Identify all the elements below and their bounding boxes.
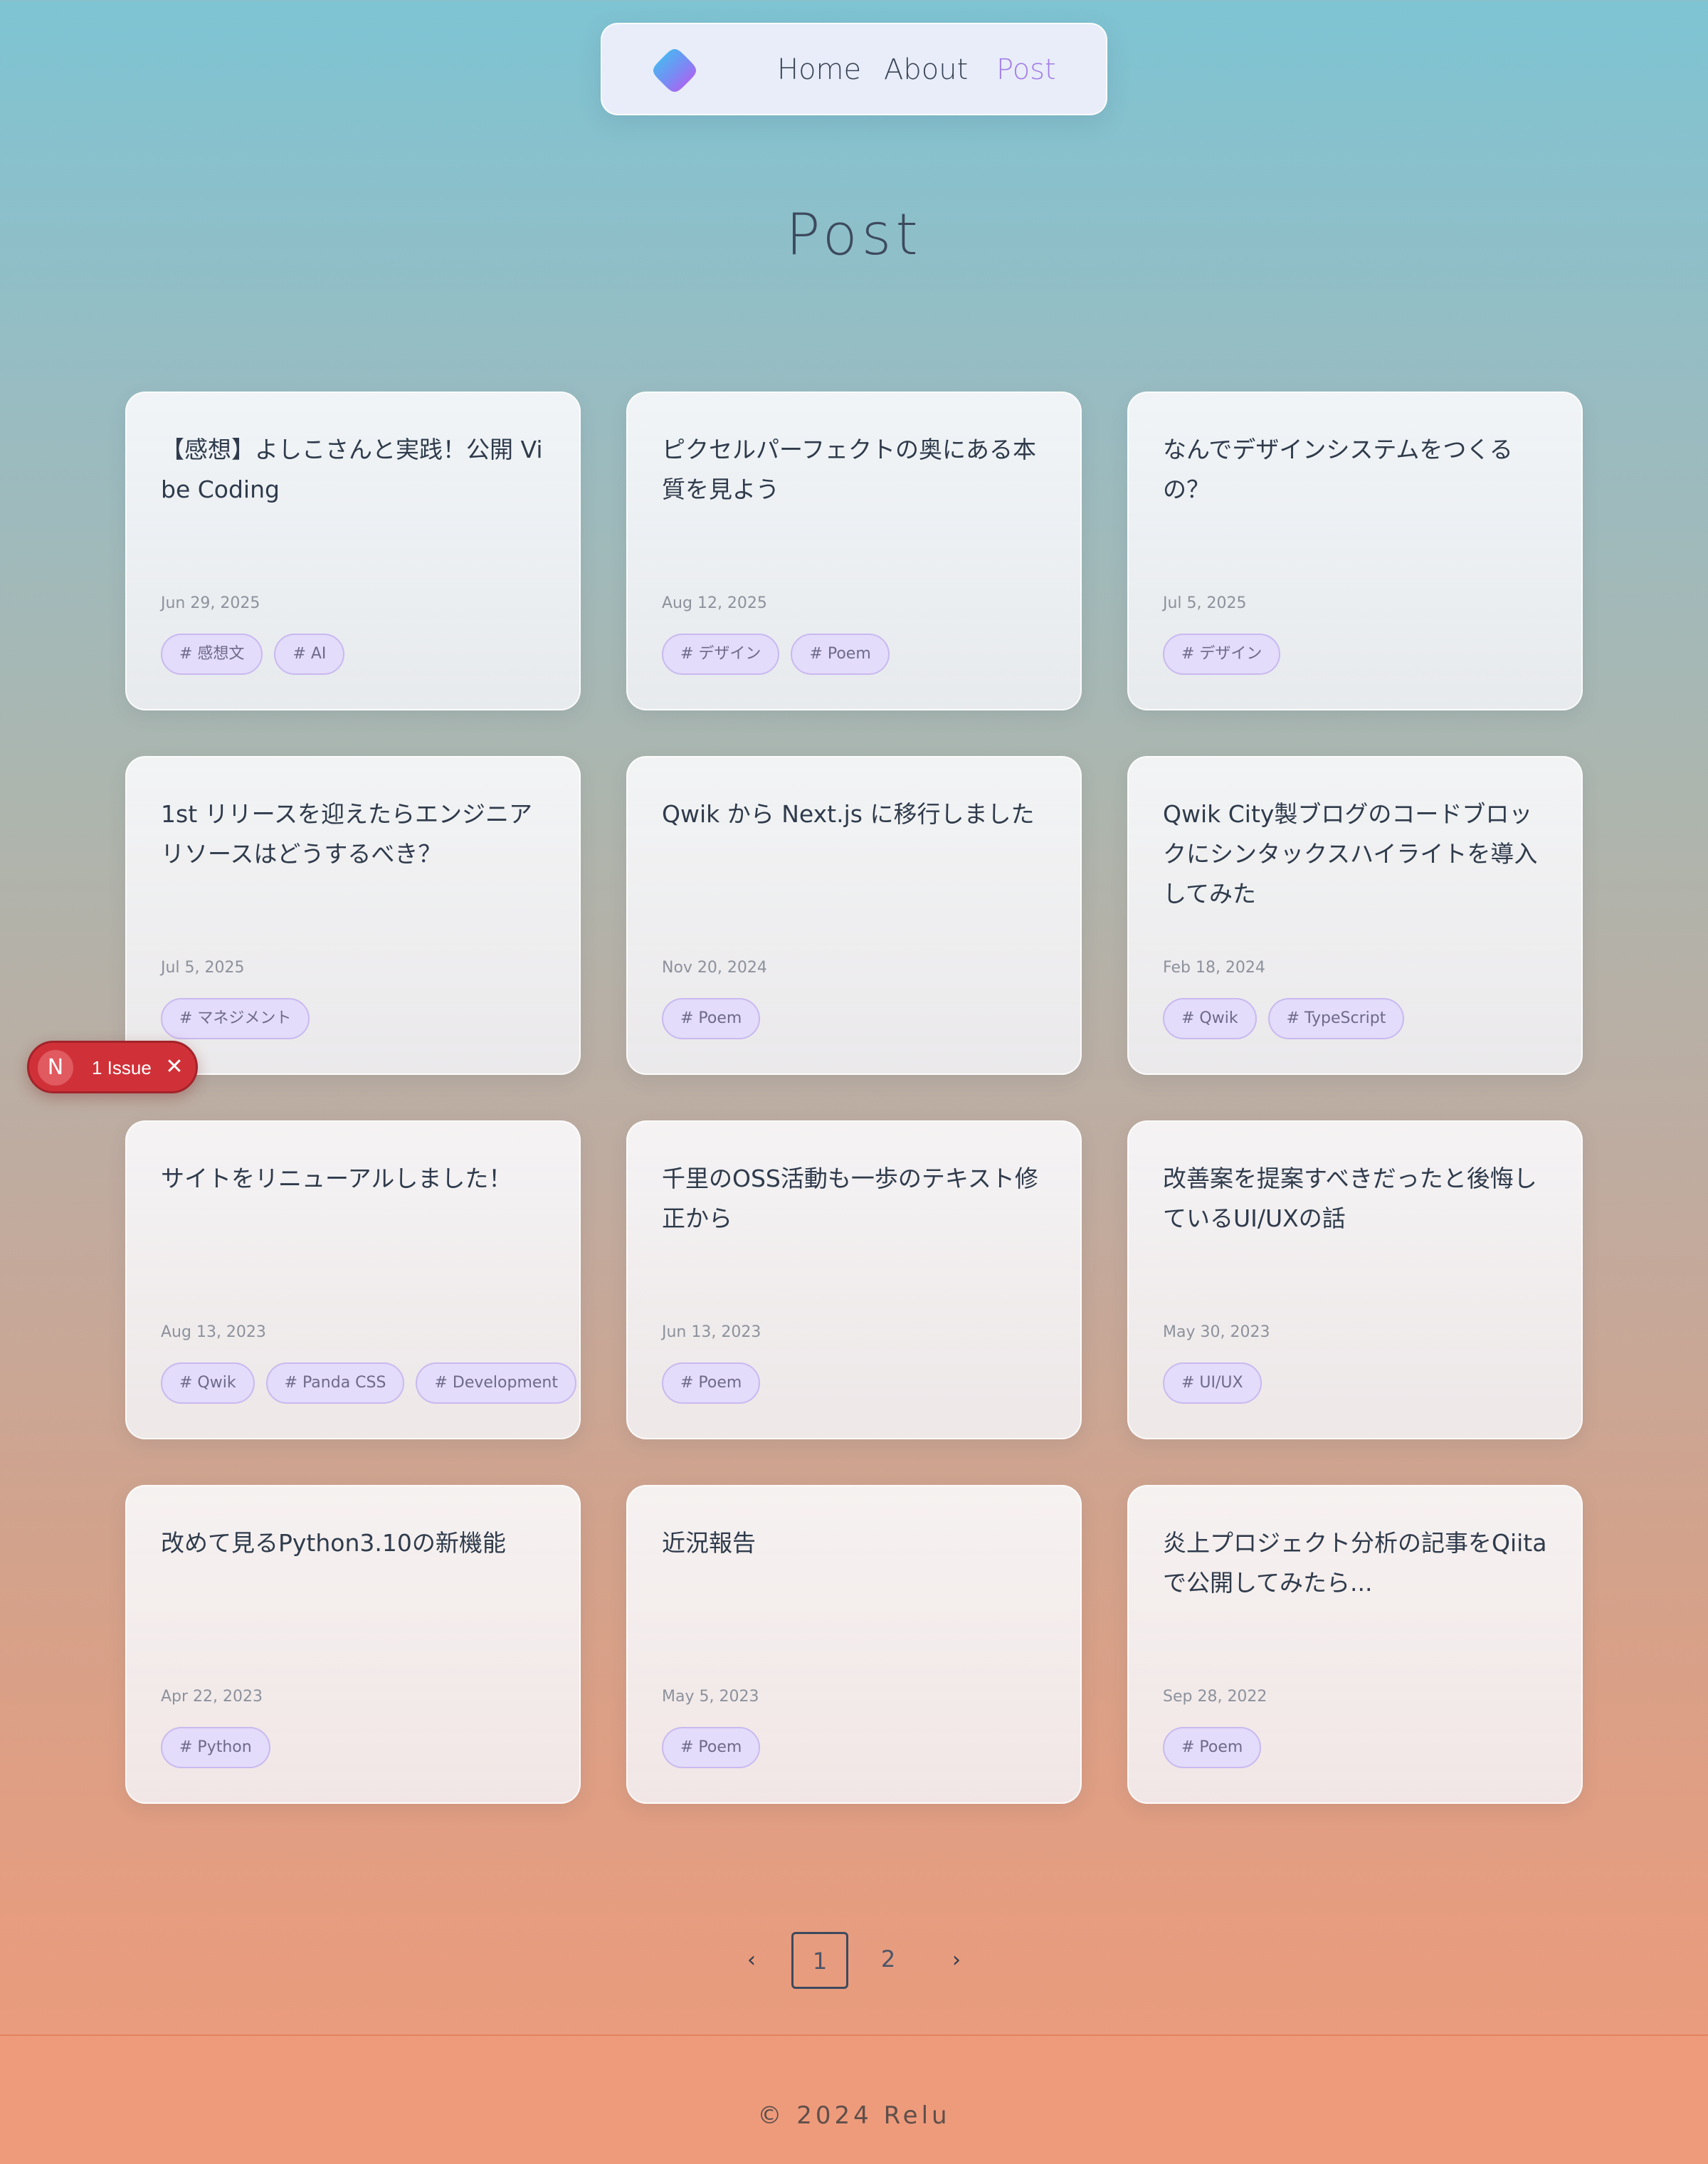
tag-chip[interactable]: # デザイン: [662, 634, 780, 675]
post-title[interactable]: サイトをリニューアルしました！: [161, 1159, 549, 1199]
nav-link-post[interactable]: Post: [996, 50, 1056, 90]
post-title[interactable]: Qwik から Next.js に移行しました: [662, 794, 1050, 834]
post-date: Jul 5, 2025: [1163, 594, 1247, 612]
tag-chip[interactable]: # Qwik: [161, 1362, 255, 1404]
nav-link-about[interactable]: About: [884, 50, 968, 90]
post-tags: # Poem: [662, 998, 1060, 1039]
tag-chip[interactable]: # UI/UX: [1163, 1362, 1262, 1404]
post-tags: # Poem: [662, 1362, 1060, 1404]
post-date: Jun 13, 2023: [662, 1323, 761, 1341]
post-tags: # Poem: [662, 1727, 1060, 1768]
post-tags: # Poem: [1163, 1727, 1561, 1768]
tag-chip[interactable]: # Poem: [662, 1362, 761, 1404]
post-tags: # UI/UX: [1163, 1362, 1561, 1404]
pagination-page-current[interactable]: 1: [791, 1932, 848, 1989]
post-tags: # デザイン # Poem: [662, 634, 1060, 675]
logo-icon[interactable]: [652, 48, 697, 93]
tag-chip[interactable]: # Python: [161, 1727, 270, 1768]
post-date: Feb 18, 2024: [1163, 959, 1265, 977]
tag-chip[interactable]: # Development: [416, 1362, 576, 1404]
post-tags: # Qwik # TypeScript: [1163, 998, 1561, 1039]
post-date: Jul 5, 2025: [161, 959, 245, 977]
nav-link-home[interactable]: Home: [777, 50, 861, 90]
post-tags: # Qwik # Panda CSS # Development: [161, 1362, 576, 1404]
post-tags: # 感想文 # AI: [161, 634, 559, 675]
issue-badge[interactable]: N 1 Issue ✕: [27, 1041, 198, 1093]
post-grid: 【感想】よしこさんと実践！公開 Vibe Coding Jun 29, 2025…: [125, 392, 1583, 1804]
post-date: May 30, 2023: [1163, 1323, 1270, 1341]
post-card[interactable]: ピクセルパーフェクトの奥にある本質を見よう Aug 12, 2025 # デザイ…: [626, 392, 1082, 710]
post-card[interactable]: 近況報告 May 5, 2023 # Poem: [626, 1485, 1082, 1804]
top-navigation: Home About Post: [601, 23, 1107, 115]
post-tags: # Python: [161, 1727, 559, 1768]
post-title[interactable]: 【感想】よしこさんと実践！公開 Vibe Coding: [161, 430, 549, 510]
post-card[interactable]: 炎上プロジェクト分析の記事をQiitaで公開してみたら... Sep 28, 2…: [1127, 1485, 1583, 1804]
post-card[interactable]: 1st リリースを迎えたらエンジニアリソースはどうするべき？ Jul 5, 20…: [125, 756, 581, 1075]
pagination-next-button[interactable]: ›: [937, 1942, 976, 1979]
post-tags: # デザイン: [1163, 634, 1561, 675]
tag-chip[interactable]: # Qwik: [1163, 998, 1257, 1039]
footer: © 2024 Relu: [0, 2034, 1708, 2164]
post-title[interactable]: 改善案を提案すべきだったと後悔しているUI/UXの話: [1163, 1159, 1551, 1239]
tag-chip[interactable]: # 感想文: [161, 634, 263, 675]
post-card[interactable]: Qwik City製ブログのコードブロックにシンタックスハイライトを導入してみた…: [1127, 756, 1583, 1075]
tag-chip[interactable]: # Panda CSS: [265, 1362, 405, 1404]
tag-chip[interactable]: # TypeScript: [1267, 998, 1405, 1039]
post-card[interactable]: 改めて見るPython3.10の新機能 Apr 22, 2023 # Pytho…: [125, 1485, 581, 1804]
post-title[interactable]: ピクセルパーフェクトの奥にある本質を見よう: [662, 430, 1050, 510]
post-date: Aug 13, 2023: [161, 1323, 266, 1341]
post-title[interactable]: 炎上プロジェクト分析の記事をQiitaで公開してみたら...: [1163, 1523, 1551, 1603]
post-card[interactable]: 千里のOSS活動も一歩のテキスト修正から Jun 13, 2023 # Poem: [626, 1120, 1082, 1439]
issue-count-label: 1 Issue: [92, 1057, 152, 1078]
tag-chip[interactable]: # Poem: [662, 998, 761, 1039]
post-title[interactable]: 近況報告: [662, 1523, 1050, 1563]
tag-chip[interactable]: # デザイン: [1163, 634, 1281, 675]
post-title[interactable]: なんでデザインシステムをつくるの？: [1163, 430, 1551, 510]
post-tags: # マネジメント: [161, 998, 559, 1039]
post-card[interactable]: なんでデザインシステムをつくるの？ Jul 5, 2025 # デザイン: [1127, 392, 1583, 710]
post-card[interactable]: 【感想】よしこさんと実践！公開 Vibe Coding Jun 29, 2025…: [125, 392, 581, 710]
post-card[interactable]: サイトをリニューアルしました！ Aug 13, 2023 # Qwik # Pa…: [125, 1120, 581, 1439]
post-title[interactable]: Qwik City製ブログのコードブロックにシンタックスハイライトを導入してみた: [1163, 794, 1551, 914]
tag-chip[interactable]: # AI: [274, 634, 345, 675]
post-title[interactable]: 1st リリースを迎えたらエンジニアリソースはどうするべき？: [161, 794, 549, 874]
tag-chip[interactable]: # Poem: [791, 634, 890, 675]
copyright-text: © 2024 Relu: [757, 2101, 951, 2130]
post-date: Nov 20, 2024: [662, 959, 767, 977]
post-date: Sep 28, 2022: [1163, 1688, 1267, 1706]
post-date: Jun 29, 2025: [161, 594, 260, 612]
post-card[interactable]: 改善案を提案すべきだったと後悔しているUI/UXの話 May 30, 2023 …: [1127, 1120, 1583, 1439]
post-card[interactable]: Qwik から Next.js に移行しました Nov 20, 2024 # P…: [626, 756, 1082, 1075]
pagination-prev-button[interactable]: ‹: [732, 1942, 771, 1979]
tag-chip[interactable]: # マネジメント: [161, 998, 310, 1039]
post-date: May 5, 2023: [662, 1688, 759, 1706]
tag-chip[interactable]: # Poem: [1163, 1727, 1262, 1768]
post-date: Apr 22, 2023: [161, 1688, 263, 1706]
post-date: Aug 12, 2025: [662, 594, 767, 612]
page-title: Post: [786, 201, 922, 268]
nextjs-logo-icon: N: [38, 1050, 73, 1086]
close-icon[interactable]: ✕: [160, 1052, 189, 1082]
tag-chip[interactable]: # Poem: [662, 1727, 761, 1768]
pagination-page-link[interactable]: 2: [860, 1932, 917, 1989]
post-title[interactable]: 改めて見るPython3.10の新機能: [161, 1523, 549, 1563]
post-title[interactable]: 千里のOSS活動も一歩のテキスト修正から: [662, 1159, 1050, 1239]
